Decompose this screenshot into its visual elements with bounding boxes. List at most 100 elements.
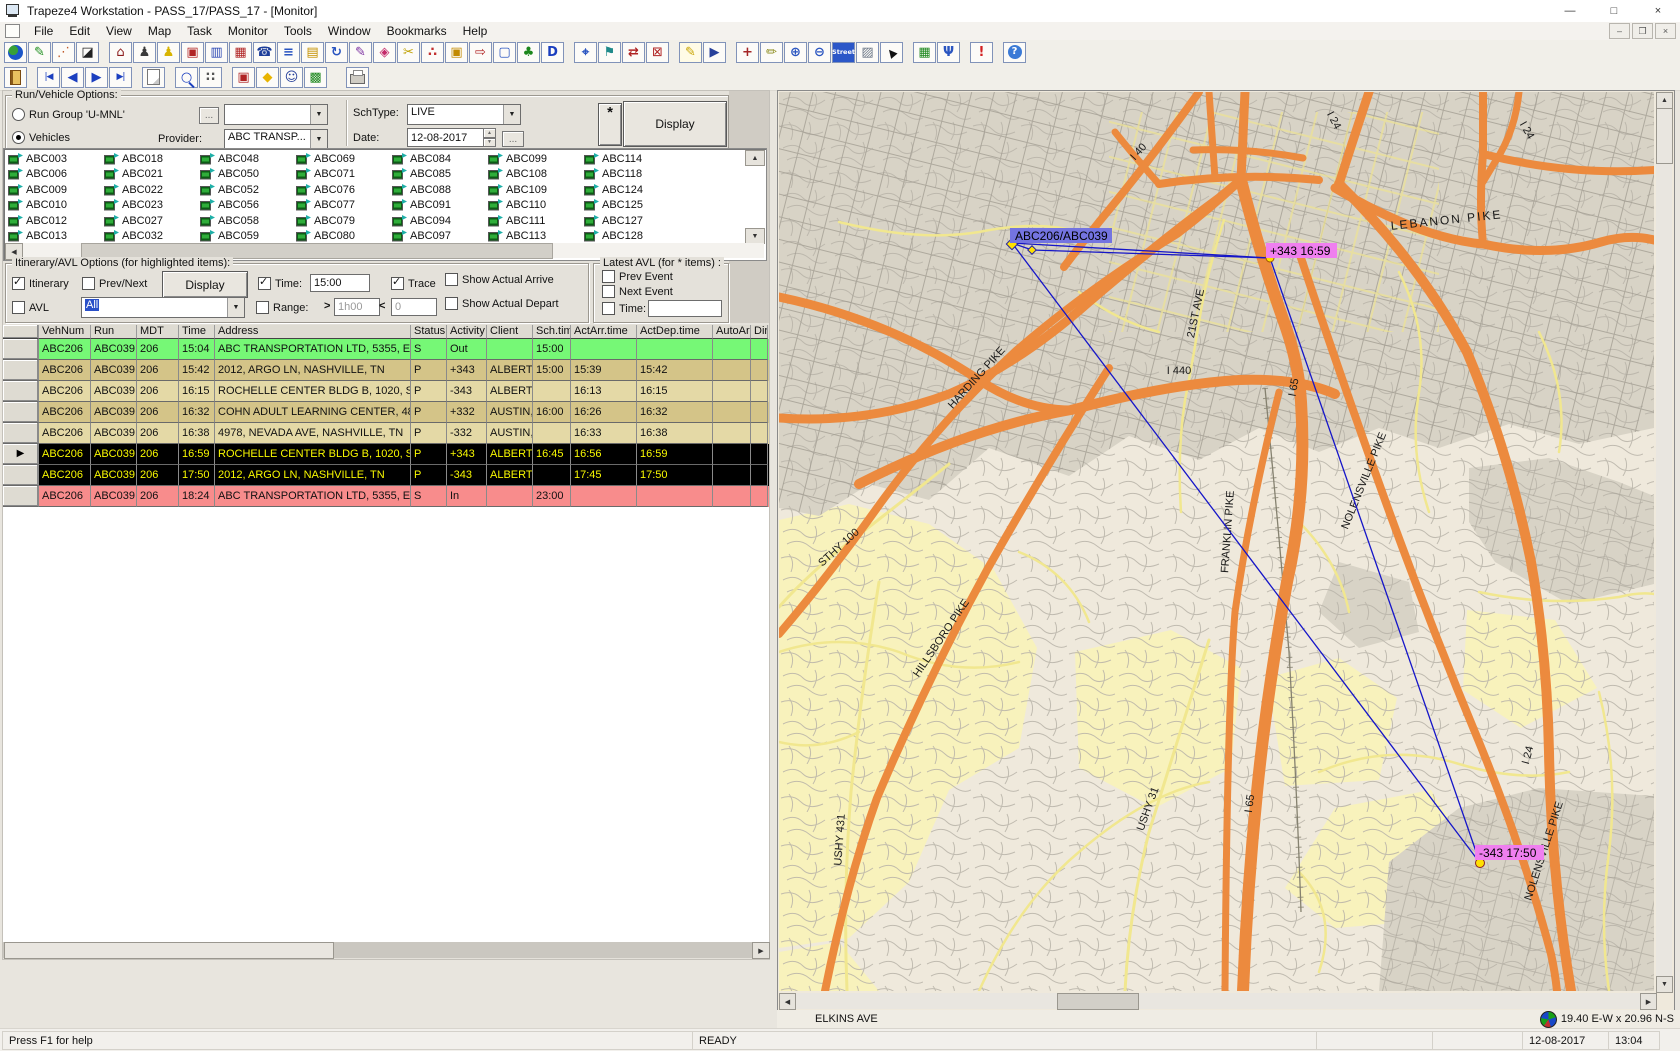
vehicle-item[interactable]: ABC077 [294,198,390,214]
column-header[interactable]: Address [215,325,411,339]
find-route-icon[interactable]: ⌖ [574,42,597,63]
vehicle-item[interactable]: ABC125 [582,198,678,214]
toolbar-separator[interactable] [994,42,1002,63]
bus-copy-icon[interactable]: ▥ [205,42,228,63]
star-button[interactable]: * [598,103,622,146]
vehicle-item[interactable]: ABC091 [390,198,486,214]
minimize-button[interactable]: — [1548,1,1592,22]
vehicle-item[interactable]: ABC071 [294,167,390,183]
vehicle-item[interactable]: ABC080 [294,229,390,245]
vehicle-item[interactable]: ABC088 [390,182,486,198]
range-from-field[interactable]: 1h00 [334,298,380,316]
column-header[interactable]: Time [179,325,215,339]
scroll-up-arrow[interactable]: ▲ [1656,92,1673,109]
map-vscrollbar[interactable]: ▲ ▼ [1656,92,1672,991]
toolbar-separator[interactable] [961,42,969,63]
cards-stack-icon[interactable]: ▤ [301,42,324,63]
chevron-down-icon[interactable]: ▼ [227,298,244,317]
bus-yellow-icon[interactable]: ▣ [445,42,468,63]
itinerary-row[interactable]: ABC206 ABC039 206 16:38 4978, NEVADA AVE… [3,423,769,444]
bus-red-icon[interactable]: ▣ [181,42,204,63]
vehicle-item[interactable]: ABC052 [198,182,294,198]
column-header[interactable]: Activity [447,325,487,339]
show-actual-arrive-checkbox[interactable] [445,273,458,286]
scroll-thumb[interactable] [4,942,334,959]
row-selector[interactable] [3,339,39,360]
last-record-icon[interactable]: ▶| [109,67,132,88]
vehicles-radio[interactable] [12,131,25,144]
scroll-thumb[interactable] [1057,993,1139,1010]
footprints-icon[interactable]: ∷ [199,67,222,88]
trace-checkbox[interactable] [391,277,404,290]
menu-item[interactable]: Tools [276,23,320,39]
run-group-radio[interactable] [12,108,25,121]
date-browse-button[interactable]: ... [502,131,524,147]
playback-icon[interactable]: ▩ [304,67,327,88]
toolbar-separator[interactable] [670,42,678,63]
zoom-out-icon[interactable]: ⊖ [808,42,831,63]
menu-item[interactable]: Map [140,23,179,39]
row-selector[interactable] [3,381,39,402]
column-header[interactable]: Dir [751,325,768,339]
vehicle-item[interactable]: ABC084 [390,151,486,167]
vehicle-item[interactable]: ABC023 [102,198,198,214]
help-icon[interactable]: ? [1003,42,1026,63]
vehicle-item[interactable]: ABC076 [294,182,390,198]
latest-time-field[interactable] [648,300,722,317]
chevron-down-icon[interactable]: ▼ [310,130,327,149]
run-group-browse-button[interactable]: ... [199,107,219,124]
next-record-icon[interactable]: ▶ [85,67,108,88]
where-vehicle-icon[interactable]: ☺ [280,67,303,88]
chevron-down-icon[interactable]: ▼ [503,105,520,124]
vehicle-item[interactable]: ABC032 [102,229,198,245]
menu-item[interactable]: File [26,23,61,39]
zoom-in-icon[interactable]: ⊕ [784,42,807,63]
panel-hscrollbar[interactable]: ▶ [3,942,769,958]
scroll-right-arrow[interactable]: ▶ [752,942,770,959]
alert-icon[interactable]: ! [970,42,993,63]
vehicle-item[interactable]: ABC021 [102,167,198,183]
range-checkbox[interactable] [256,301,269,314]
menu-item[interactable]: Help [455,23,496,39]
column-header[interactable]: Status [411,325,447,339]
exit-door-icon[interactable] [4,67,27,88]
toolbar-separator[interactable] [904,42,912,63]
vehicle-item[interactable]: ABC056 [198,198,294,214]
provider-combo[interactable]: ABC TRANSP...▼ [224,129,328,150]
vehicle-cancel-icon[interactable]: ⊠ [646,42,669,63]
toolbar-separator[interactable] [565,42,573,63]
bank-icon[interactable]: ⌂ [109,42,132,63]
assign-flag-icon[interactable]: ⚑ [598,42,621,63]
toolbar-separator[interactable] [28,67,36,88]
map-notes-icon[interactable]: ✏ [760,42,783,63]
print-icon[interactable] [346,67,369,88]
row-selector[interactable] [3,486,39,507]
menu-item[interactable]: Task [179,23,220,39]
prev-next-checkbox[interactable] [82,277,95,290]
globe-edit-icon[interactable]: ✎ [28,42,51,63]
toolbar-separator[interactable] [166,67,174,88]
map-canvas[interactable]: I 40 I 24 LEBANON PIKE 21ST AVE I 440 I … [779,92,1654,991]
vehicle-item[interactable]: ABC110 [486,198,582,214]
vehicle-item[interactable]: ABC097 [390,229,486,245]
itinerary-display-button[interactable]: Display [162,271,248,298]
vehicle-item[interactable]: ABC124 [582,182,678,198]
vehicle-item[interactable]: ABC099 [486,151,582,167]
mdt-screen-icon[interactable]: ▦ [913,42,936,63]
pointer-arrow-icon[interactable]: ▲ [880,42,903,63]
row-selector[interactable] [3,465,39,486]
find-icon[interactable]: ○ [175,67,198,88]
toolbar-separator[interactable] [337,67,345,88]
range-to-field[interactable]: 0 [391,298,437,316]
vehicle-item[interactable]: ABC009 [6,182,102,198]
avl-filter-combo[interactable]: All ▼ [81,297,245,318]
row-selector[interactable]: ▶ [3,444,39,465]
vehicle-item[interactable]: ABC013 [6,229,102,245]
letter-d-icon[interactable]: D [541,42,564,63]
vehicle-item[interactable]: ABC048 [198,151,294,167]
bus-stops-icon[interactable]: ▦ [229,42,252,63]
date-spinner[interactable]: ▲▼ [483,128,496,147]
vehicle-hscrollbar[interactable]: ◀ [5,243,764,258]
toolbar-separator[interactable] [727,42,735,63]
vehicle-item[interactable]: ABC114 [582,151,678,167]
